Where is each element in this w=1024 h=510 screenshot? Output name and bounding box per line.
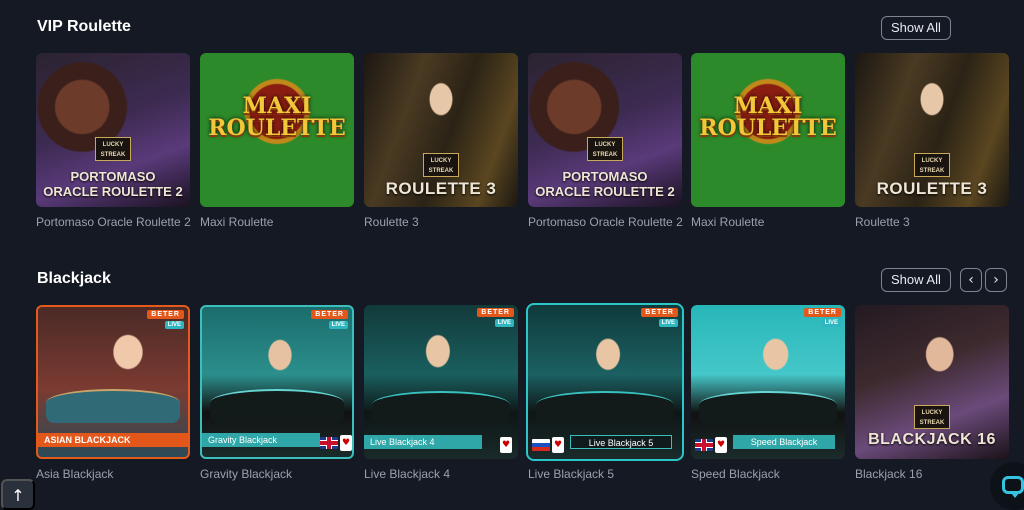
lucky-streak-logo: LUCKY STREAK [587, 137, 623, 161]
game-name[interactable]: Portomaso Oracle Roulette 2 [36, 215, 191, 229]
game-thumbnail[interactable]: LUCKY STREAK ROULETTE 3 [855, 53, 1009, 207]
provider-badge: BETER [804, 308, 841, 317]
game-name[interactable]: Live Blackjack 5 [528, 467, 682, 481]
provider-badge: BETER [477, 308, 514, 317]
game-thumbnail[interactable]: LUCKY STREAK BLACKJACK 16 [855, 305, 1009, 459]
live-badge: LIVE [328, 321, 348, 329]
game-card-portomaso-oracle-roulette-2[interactable]: LUCKY STREAK PORTOMASO ORACLE ROULETTE 2… [528, 53, 683, 229]
game-card-blackjack-16[interactable]: LUCKY STREAK BLACKJACK 16 Blackjack 16 [855, 305, 1009, 481]
playing-card-icon: ♥ [500, 437, 512, 453]
playing-card-icon: ♥ [715, 437, 727, 453]
game-card-roulette-3[interactable]: LUCKY STREAK ROULETTE 3 Roulette 3 [364, 53, 518, 229]
game-thumbnail[interactable]: BETER LIVE Gravity Blackjack ♥ [200, 305, 354, 459]
section-title: Blackjack [37, 270, 111, 287]
arrow-up-icon[interactable]: ↑ [1, 479, 35, 510]
game-thumbnail[interactable]: LUCKY STREAK PORTOMASO ORACLE ROULETTE 2 [36, 53, 190, 207]
thumbnail-title: PORTOMASO ORACLE ROULETTE 2 [43, 169, 183, 199]
game-card-maxi-roulette[interactable]: MAXI ROULETTE Maxi Roulette [691, 53, 845, 229]
lucky-streak-logo: LUCKY STREAK [914, 153, 950, 177]
game-thumbnail[interactable]: MAXI ROULETTE [691, 53, 845, 207]
thumbnail-title: PORTOMASO ORACLE ROULETTE 2 [535, 169, 675, 199]
thumbnail-banner: Live Blackjack 5 [570, 435, 672, 449]
thumbnail-banner: Gravity Blackjack [202, 433, 320, 447]
game-name[interactable]: Roulette 3 [364, 215, 518, 229]
game-thumbnail[interactable]: MAXI ROULETTE [200, 53, 354, 207]
lucky-streak-logo: LUCKY STREAK [423, 153, 459, 177]
chevron-right-icon[interactable]: › [985, 268, 1007, 292]
blackjack-table [536, 391, 674, 425]
playing-card-icon: ♥ [552, 437, 564, 453]
live-badge: LIVE [494, 319, 514, 327]
section-title: VIP Roulette [37, 18, 131, 35]
thumbnail-banner: ASIAN BLACKJACK [38, 433, 188, 447]
game-card-speed-blackjack[interactable]: BETER LIVE ♥ Speed Blackjack Speed Black… [691, 305, 845, 481]
blackjack-table [372, 391, 510, 425]
show-all-button[interactable]: Show All [881, 16, 951, 40]
russia-flag-icon [532, 439, 550, 451]
game-thumbnail[interactable]: LUCKY STREAK ROULETTE 3 [364, 53, 518, 207]
game-card-live-blackjack-4[interactable]: BETER LIVE Live Blackjack 4 ♥ Live Black… [364, 305, 518, 481]
lucky-streak-logo: LUCKY STREAK [914, 405, 950, 429]
game-name[interactable]: Speed Blackjack [691, 467, 845, 481]
thumbnail-title: MAXI ROULETTE [699, 93, 837, 141]
game-name[interactable]: Live Blackjack 4 [364, 467, 518, 481]
game-name[interactable]: Roulette 3 [855, 215, 1009, 229]
thumbnail-title: BLACKJACK 16 [868, 431, 996, 448]
provider-badge: BETER [147, 310, 184, 319]
game-name[interactable]: Maxi Roulette [200, 215, 354, 229]
live-badge: LIVE [658, 319, 678, 327]
game-name[interactable]: Asia Blackjack [36, 467, 190, 481]
game-name[interactable]: Blackjack 16 [855, 467, 1009, 481]
chevron-left-icon[interactable]: ‹ [960, 268, 982, 292]
game-thumbnail[interactable]: LUCKY STREAK PORTOMASO ORACLE ROULETTE 2 [528, 53, 682, 207]
game-card-portomaso-oracle-roulette-2[interactable]: LUCKY STREAK PORTOMASO ORACLE ROULETTE 2… [36, 53, 191, 229]
blackjack-table [210, 389, 344, 423]
provider-badge: BETER [311, 310, 348, 319]
chat-icon [1002, 476, 1024, 498]
game-card-asia-blackjack[interactable]: BETER LIVE ASIAN BLACKJACK Asia Blackjac… [36, 305, 190, 481]
thumbnail-title: ROULETTE 3 [385, 179, 497, 198]
playing-card-icon: ♥ [340, 435, 352, 451]
game-thumbnail[interactable]: BETER LIVE ♥ Speed Blackjack [691, 305, 845, 459]
game-card-roulette-3[interactable]: LUCKY STREAK ROULETTE 3 Roulette 3 [855, 53, 1009, 229]
thumbnail-title: ROULETTE 3 [876, 179, 988, 198]
chat-button[interactable] [990, 462, 1024, 510]
game-card-gravity-blackjack[interactable]: BETER LIVE Gravity Blackjack ♥ Gravity B… [200, 305, 354, 481]
game-card-live-blackjack-5[interactable]: BETER LIVE ♥ Live Blackjack 5 Live Black… [526, 303, 684, 481]
thumbnail-banner: Speed Blackjack [733, 435, 835, 449]
game-thumbnail[interactable]: BETER LIVE Live Blackjack 4 ♥ [364, 305, 518, 459]
thumbnail-title: MAXI ROULETTE [208, 93, 346, 141]
game-name[interactable]: Gravity Blackjack [200, 467, 354, 481]
provider-badge: BETER [641, 308, 678, 317]
lucky-streak-logo: LUCKY STREAK [95, 137, 131, 161]
live-badge: LIVE [164, 321, 184, 329]
uk-flag-icon [320, 437, 338, 449]
game-name[interactable]: Maxi Roulette [691, 215, 845, 229]
thumbnail-banner: Live Blackjack 4 [364, 435, 482, 449]
show-all-button[interactable]: Show All [881, 268, 951, 292]
blackjack-table [46, 389, 180, 423]
game-thumbnail[interactable]: BETER LIVE ASIAN BLACKJACK [36, 305, 190, 459]
game-row: BETER LIVE ASIAN BLACKJACK Asia Blackjac… [36, 303, 1024, 495]
game-card-maxi-roulette[interactable]: MAXI ROULETTE Maxi Roulette [200, 53, 354, 229]
blackjack-table [699, 391, 837, 425]
game-thumbnail[interactable]: BETER LIVE ♥ Live Blackjack 5 [526, 303, 684, 461]
live-badge: LIVE [821, 319, 841, 327]
game-name[interactable]: Portomaso Oracle Roulette 2 [528, 215, 683, 229]
game-row: LUCKY STREAK PORTOMASO ORACLE ROULETTE 2… [36, 53, 1024, 243]
uk-flag-icon [695, 439, 713, 451]
